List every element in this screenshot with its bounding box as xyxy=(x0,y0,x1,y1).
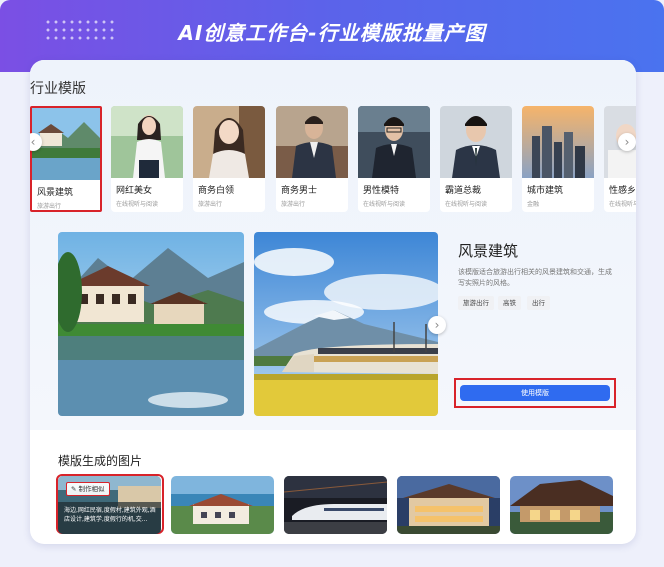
template-card-male-model[interactable]: 男性模特 在线视听与阅读 xyxy=(358,106,430,212)
make-similar-button[interactable]: ✎ 制作相似 xyxy=(66,482,110,496)
use-template-button[interactable]: 使用模版 xyxy=(460,385,610,401)
template-detail-title: 风景建筑 xyxy=(458,242,519,260)
template-name: 霸道总裁 xyxy=(445,186,482,196)
carousel-next-button[interactable]: › xyxy=(618,133,636,151)
template-category: 在线视听与阅读 xyxy=(445,201,488,208)
generated-image-bullet-train[interactable] xyxy=(284,476,387,534)
tag-chip: 出行 xyxy=(527,296,550,310)
template-thumb xyxy=(276,106,348,178)
template-category: 旅游出行 xyxy=(198,201,223,208)
template-name: 商务男士 xyxy=(281,186,318,196)
template-thumb xyxy=(32,108,100,180)
template-name: 男性模特 xyxy=(363,186,400,196)
page-title: AI创意工作台-行业模版批量产图 xyxy=(178,21,486,45)
template-name: 网红美女 xyxy=(116,186,153,196)
generated-image-seaside-villa[interactable]: ✎ 制作相似 海边,网红民宿,度假村,建筑外观,酒店设计,建筑学,度假行的机,交… xyxy=(58,476,161,534)
template-category: 在线视听与阅读 xyxy=(363,201,406,208)
template-card-business-man[interactable]: 商务男士 旅游出行 xyxy=(276,106,348,212)
preview-image-train xyxy=(254,232,438,416)
template-card-city-buildings[interactable]: 城市建筑 金融 xyxy=(522,106,594,212)
edit-icon: ✎ xyxy=(71,485,77,493)
template-card-scenery[interactable]: 风景建筑 旅游出行 xyxy=(30,106,102,212)
generated-image-resort[interactable] xyxy=(171,476,274,534)
tag-chip: 高铁 xyxy=(498,296,521,310)
workspace-panel: 行业模版 风景建筑 旅游出行 网红美女 在线视听与阅读 商务白领 旅游出行 商务… xyxy=(30,60,636,544)
template-thumb xyxy=(111,106,183,178)
generated-image-pavilion[interactable] xyxy=(510,476,613,534)
template-card-partial[interactable]: 性感乡 在线视听与阅读 xyxy=(604,106,636,212)
template-carousel: 风景建筑 旅游出行 网红美女 在线视听与阅读 商务白领 旅游出行 商务男士 旅游… xyxy=(30,106,636,218)
template-name: 城市建筑 xyxy=(527,186,564,196)
template-category: 金融 xyxy=(527,201,540,208)
chevron-right-icon: › xyxy=(624,135,630,149)
tag-chip: 旅游出行 xyxy=(458,296,494,310)
preview-next-button[interactable]: › xyxy=(428,316,446,334)
template-category: 旅游出行 xyxy=(37,203,62,210)
make-similar-label: 制作相似 xyxy=(78,485,105,493)
template-thumb xyxy=(358,106,430,178)
template-category: 在线视听与阅读 xyxy=(609,201,636,208)
generated-image-caption: 海边,网红民宿,度假村,建筑外观,酒店设计,建筑学,度假行的机,交... xyxy=(64,507,156,523)
template-thumb xyxy=(193,106,265,178)
template-card-influencer[interactable]: 网红美女 在线视听与阅读 xyxy=(111,106,183,212)
chevron-left-icon: ‹ xyxy=(30,135,36,149)
template-category: 在线视听与阅读 xyxy=(116,201,159,208)
preview-image-villa xyxy=(58,232,244,416)
template-name: 商务白领 xyxy=(198,186,235,196)
templates-section-title: 行业模版 xyxy=(30,81,86,97)
template-thumb xyxy=(522,106,594,178)
use-template-highlight: 使用模版 xyxy=(454,378,616,408)
generated-image-hotel[interactable] xyxy=(397,476,500,534)
template-name: 风景建筑 xyxy=(37,188,74,198)
template-name: 性感乡 xyxy=(609,186,636,196)
template-thumb xyxy=(440,106,512,178)
template-card-business-woman[interactable]: 商务白领 旅游出行 xyxy=(193,106,265,212)
template-detail-description: 该模版适合旅游出行相关的风景建筑和交通，生成写实照片的风格。 xyxy=(458,268,612,287)
template-category: 旅游出行 xyxy=(281,201,306,208)
template-card-ceo[interactable]: 霸道总裁 在线视听与阅读 xyxy=(440,106,512,212)
chevron-right-icon: › xyxy=(434,318,440,332)
generated-images-title: 模版生成的图片 xyxy=(58,454,143,468)
